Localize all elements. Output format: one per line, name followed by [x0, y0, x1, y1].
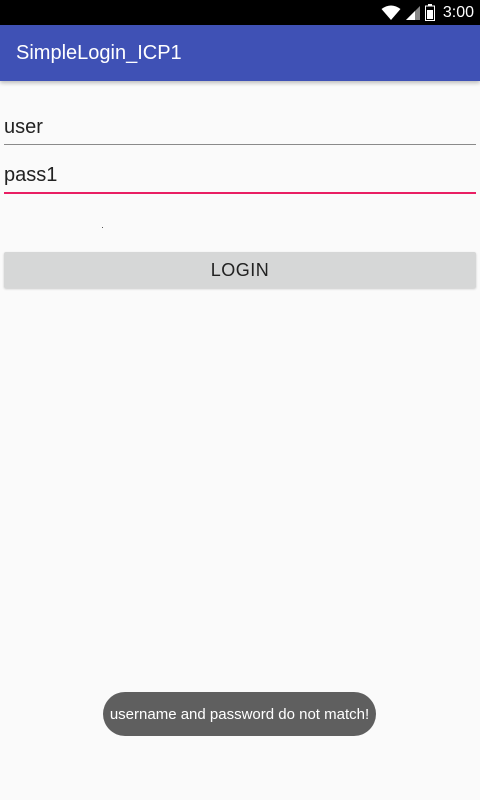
error-toast: username and password do not match!: [103, 692, 376, 736]
artifact-dot: [102, 227, 103, 228]
app-title: SimpleLogin_ICP1: [16, 41, 182, 64]
app-bar: SimpleLogin_ICP1: [0, 25, 480, 81]
status-icons: 3:00: [381, 0, 474, 25]
username-field[interactable]: [4, 110, 476, 145]
cell-signal-icon: [405, 5, 421, 21]
wifi-icon: [381, 5, 401, 21]
toast-message: username and password do not match!: [109, 705, 370, 723]
status-bar: 3:00: [0, 0, 480, 25]
status-time: 3:00: [442, 4, 474, 21]
app-screen: 3:00 SimpleLogin_ICP1 LOGIN username and…: [0, 0, 480, 800]
password-field[interactable]: [4, 158, 476, 194]
battery-icon: [424, 4, 435, 21]
login-button[interactable]: LOGIN: [4, 252, 476, 288]
